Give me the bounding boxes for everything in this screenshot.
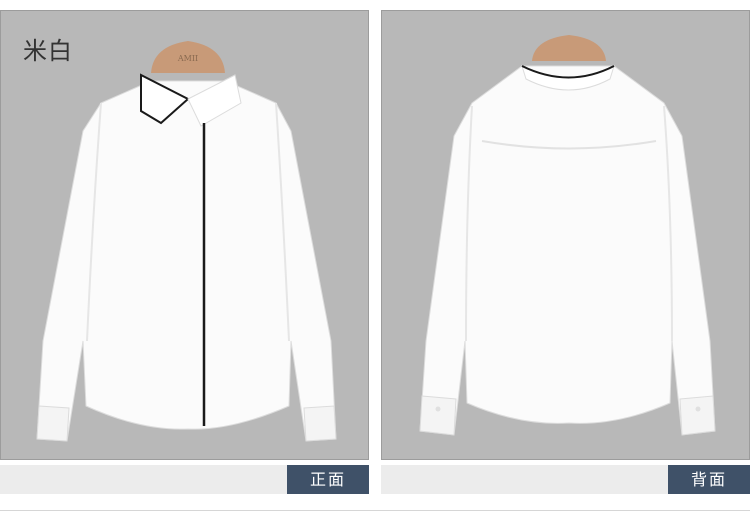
back-right-cuff [679, 395, 716, 436]
bottom-divider [0, 510, 750, 511]
back-left-cuff [419, 395, 457, 436]
back-view-caption: 背面 [668, 465, 750, 494]
back-shirt-image [419, 35, 716, 436]
right-cuff [303, 405, 337, 442]
front-view-panel: AMII 米白 [0, 10, 369, 460]
left-cuff [36, 405, 70, 442]
cuff-button-icon [435, 406, 441, 412]
shirt-body [36, 80, 337, 442]
front-view-caption: 正面 [287, 465, 369, 494]
back-caption-bar: 背面 [381, 465, 750, 494]
cuff-button-icon [695, 406, 701, 412]
back-view-panel [381, 10, 750, 460]
color-label: 米白 [23, 37, 73, 65]
front-shirt-image: AMII [36, 41, 337, 442]
wooden-hanger-back [532, 35, 606, 61]
hanger-brand-text: AMII [177, 54, 198, 63]
front-caption-bar: 正面 [0, 465, 369, 494]
